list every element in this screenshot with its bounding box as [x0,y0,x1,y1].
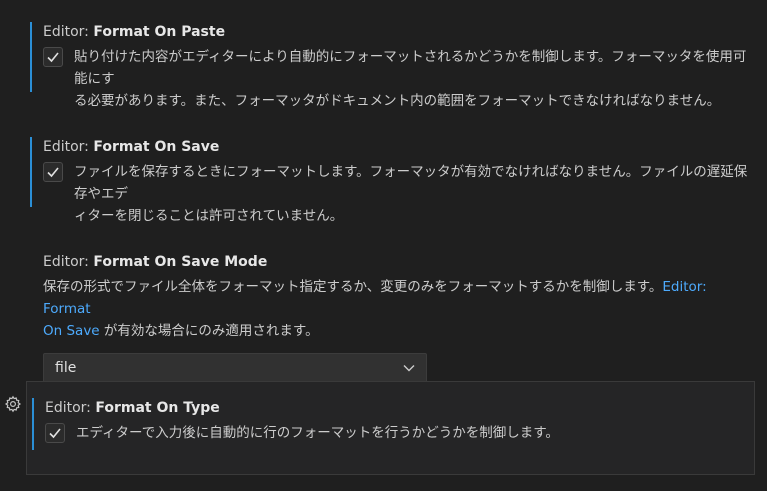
check-icon [47,52,59,63]
setting-name: Format On Type [95,400,220,416]
description-line: る必要があります。また、フォーマッタがドキュメント内の範囲をフォーマットできなけ… [74,93,721,109]
gear-icon[interactable] [4,395,22,413]
settings-editor: Editor: Format On Paste 貼り付けた内容がエディターにより… [0,0,767,491]
setting-name: Format On Save [93,139,220,155]
setting-description: ファイルを保存するときにフォーマットします。フォーマッタが有効でなければなりませ… [74,161,755,227]
setting-format-on-save: Editor: Format On Save ファイルを保存するときにフォーマッ… [30,137,755,224]
select-value: file [55,360,77,376]
check-icon [49,428,61,439]
description-line: エディターで入力後に自動的に行のフォーマットを行うかどうかを制御します。 [76,425,559,441]
setting-category: Editor: [43,24,94,40]
chevron-down-icon [403,365,415,372]
format-on-paste-checkbox[interactable] [43,47,63,67]
setting-category: Editor: [45,400,96,416]
setting-format-on-type: Editor: Format On Type エディターで入力後に自動的に行のフ… [32,398,753,450]
setting-category: Editor: [43,139,94,155]
setting-description: 保存の形式でファイル全体をフォーマット指定するか、変更のみをフォーマットするかを… [43,276,755,342]
description-line: ィターを閉じることは許可されていません。 [74,208,344,224]
setting-format-on-paste: Editor: Format On Paste 貼り付けた内容がエディターにより… [30,22,755,109]
format-on-save-checkbox[interactable] [43,162,63,182]
description-line: 保存の形式でファイル全体をフォーマット指定するか、変更のみをフォーマットするかを… [43,276,755,320]
check-icon [47,167,59,178]
format-on-type-checkbox[interactable] [45,423,65,443]
setting-title: Editor: Format On Type [45,398,753,418]
description-line: On Save が有効な場合にのみ適用されます。 [43,320,755,342]
description-line: ファイルを保存するときにフォーマットします。フォーマッタが有効でなければなりませ… [74,164,748,202]
format-on-save-mode-select[interactable]: file [43,353,427,383]
setting-description: 貼り付けた内容がエディターにより自動的にフォーマットされるかどうかを制御します。… [74,46,755,112]
description-text: 保存の形式でファイル全体をフォーマット指定するか、変更のみをフォーマットするかを… [43,279,663,295]
setting-category: Editor: [43,254,94,270]
setting-title: Editor: Format On Save Mode [43,252,755,272]
description-text: が有効な場合にのみ適用されます。 [99,323,319,339]
description-line: 貼り付けた内容がエディターにより自動的にフォーマットされるかどうかを制御します。… [74,49,747,87]
setting-title: Editor: Format On Paste [43,22,755,42]
setting-name: Format On Paste [93,24,226,40]
format-on-save-link-continued[interactable]: On Save [43,323,100,339]
setting-format-on-save-mode: Editor: Format On Save Mode 保存の形式でファイル全体… [43,252,755,383]
setting-title: Editor: Format On Save [43,137,755,157]
setting-name: Format On Save Mode [93,254,268,270]
setting-description: エディターで入力後に自動的に行のフォーマットを行うかどうかを制御します。 [76,422,559,444]
